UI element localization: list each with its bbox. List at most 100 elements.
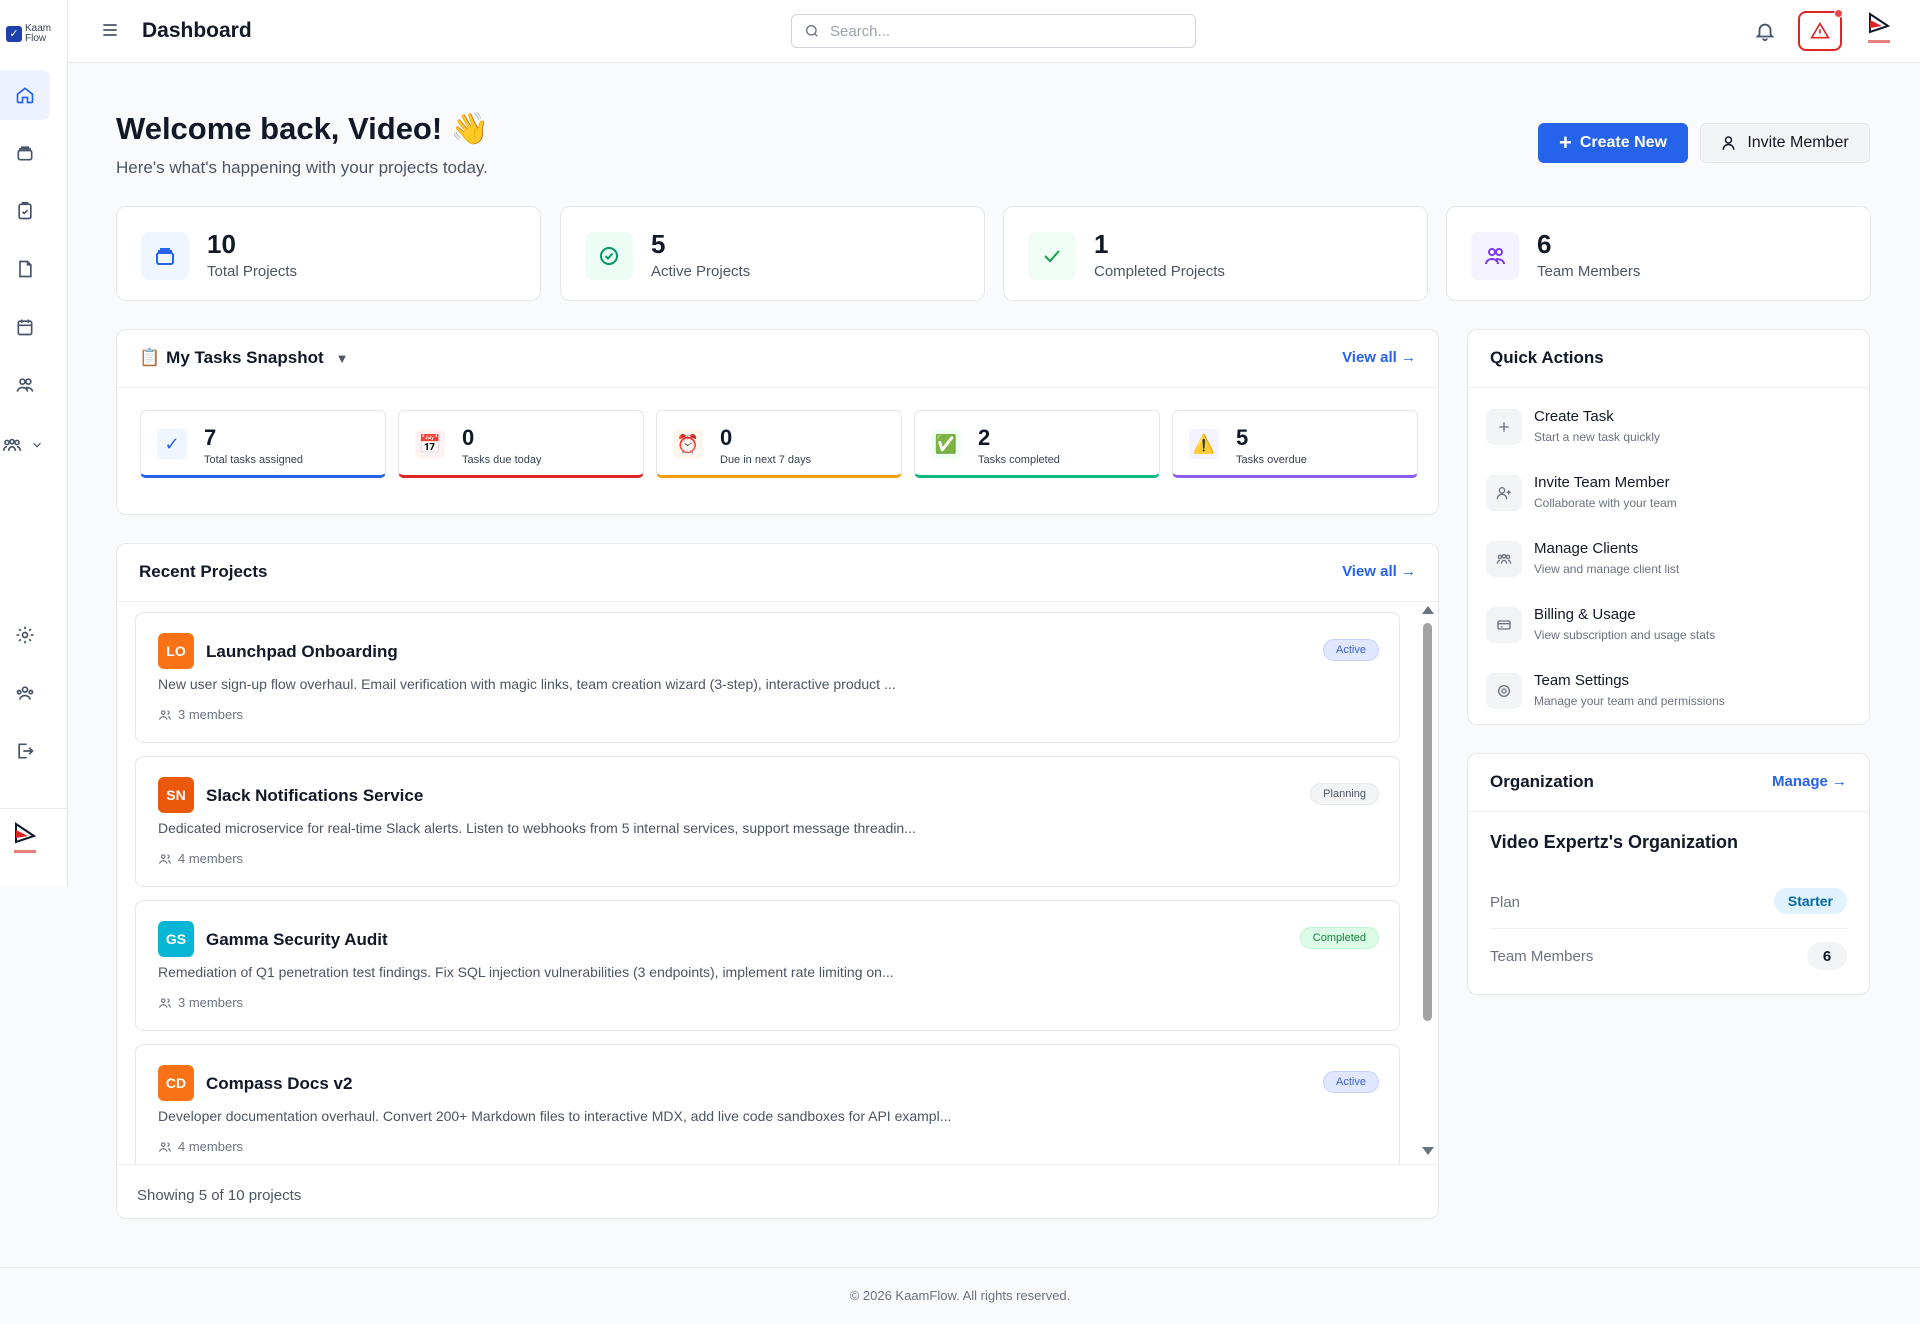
task-card-completed[interactable]: ✅ 2 Tasks completed [914, 410, 1160, 478]
checkmark-icon: ✓ [157, 429, 187, 459]
sidebar-item-calendar[interactable] [0, 302, 50, 352]
alert-button[interactable] [1798, 9, 1843, 51]
app-logo[interactable]: ✓ Kaam Flow [6, 22, 62, 46]
invite-member-button[interactable]: Invite Member [1700, 123, 1870, 163]
members-icon [159, 709, 171, 720]
sidebar-item-team[interactable] [0, 360, 50, 410]
organization-manage-link[interactable]: Manage → [1772, 773, 1847, 790]
scroll-down-arrow[interactable] [1422, 1147, 1434, 1155]
stat-card-total-projects[interactable]: 10 Total Projects [116, 206, 541, 301]
sidebar-item-documents[interactable] [0, 244, 50, 294]
quick-action-billing[interactable]: Billing & Usage View subscription and us… [1482, 598, 1862, 654]
stat-value: 10 [207, 229, 236, 259]
group-icon [1486, 541, 1522, 577]
project-card[interactable]: CD Compass Docs v2 Active Developer docu… [135, 1044, 1400, 1164]
project-name[interactable]: Slack Notifications Service [206, 786, 423, 806]
tasks-snapshot-panel: 📋 My Tasks Snapshot ▼ View all → ✓ 7 Tot… [116, 329, 1439, 515]
project-name[interactable]: Launchpad Onboarding [206, 642, 398, 662]
scroll-up-arrow[interactable] [1422, 606, 1434, 614]
sidebar-item-logout[interactable] [0, 726, 50, 776]
warning-icon: ⚠️ [1189, 429, 1219, 459]
projects-view-all-link[interactable]: View all → [1342, 563, 1416, 580]
sidebar-item-community[interactable] [0, 668, 50, 718]
check-icon [1028, 232, 1076, 280]
quick-action-create-task[interactable]: Create Task Start a new task quickly [1482, 400, 1862, 456]
clock-check-icon [585, 232, 633, 280]
task-value: 2 [978, 425, 991, 450]
organization-title: Organization [1490, 772, 1594, 791]
task-card-due-today[interactable]: 📅 0 Tasks due today [398, 410, 644, 478]
panel-header: Organization Manage → [1468, 754, 1869, 812]
search-input[interactable] [830, 22, 1170, 40]
plan-badge: Starter [1773, 888, 1847, 914]
task-card-total[interactable]: ✓ 7 Total tasks assigned [140, 410, 386, 478]
stat-value: 5 [651, 229, 666, 259]
task-card-overdue[interactable]: ⚠️ 5 Tasks overdue [1172, 410, 1418, 478]
calendar-icon [17, 319, 33, 336]
project-card[interactable]: LO Launchpad Onboarding Active New user … [135, 612, 1400, 743]
people-icon [16, 686, 34, 700]
quick-action-manage-clients[interactable]: Manage Clients View and manage client li… [1482, 532, 1862, 588]
create-new-button[interactable]: + Create New [1538, 123, 1688, 163]
quick-action-title: Team Settings [1534, 672, 1630, 689]
tasks-view-all-link[interactable]: View all → [1342, 349, 1416, 366]
bell-icon[interactable] [1754, 20, 1776, 42]
stat-label: Completed Projects [1094, 263, 1225, 280]
panel-header: Quick Actions [1468, 330, 1869, 388]
tasks-title[interactable]: 📋 My Tasks Snapshot ▼ [139, 348, 349, 368]
projects-list[interactable]: LO Launchpad Onboarding Active New user … [135, 612, 1435, 1164]
tasks-title-label: My Tasks Snapshot [166, 348, 324, 367]
stat-card-active-projects[interactable]: 5 Active Projects [560, 206, 985, 301]
brand-logo-icon[interactable] [10, 820, 40, 860]
project-name[interactable]: Compass Docs v2 [206, 1074, 352, 1094]
quick-action-title: Invite Team Member [1534, 474, 1670, 491]
credit-card-icon [1486, 607, 1522, 643]
user-avatar[interactable] [1862, 10, 1896, 48]
top-header: Dashboard [68, 0, 1920, 63]
task-value: 7 [204, 425, 217, 450]
project-card[interactable]: SN Slack Notifications Service Planning … [135, 756, 1400, 887]
project-members: 4 members [158, 1139, 243, 1154]
sidebar-item-projects[interactable] [0, 128, 50, 178]
quick-action-title: Manage Clients [1534, 540, 1639, 557]
document-icon [19, 260, 32, 278]
project-description: Developer documentation overhaul. Conver… [158, 1108, 952, 1124]
task-card-due-week[interactable]: ⏰ 0 Due in next 7 days [656, 410, 902, 478]
project-card[interactable]: GS Gamma Security Audit Completed Remedi… [135, 900, 1400, 1031]
status-badge: Planning [1310, 783, 1379, 805]
search-box[interactable] [791, 14, 1196, 48]
task-label: Tasks completed [978, 454, 1060, 466]
members-count: 3 members [178, 995, 244, 1010]
quick-action-subtitle: Start a new task quickly [1534, 430, 1661, 444]
sidebar-item-clients[interactable] [0, 420, 60, 470]
quick-action-subtitle: View and manage client list [1534, 562, 1680, 576]
project-members: 3 members [158, 707, 243, 722]
calendar-icon: 📅 [415, 429, 445, 459]
projects-footer: Showing 5 of 10 projects [117, 1164, 1438, 1220]
triangle-down-icon: ▼ [335, 350, 349, 366]
scrollbar-thumb[interactable] [1423, 623, 1432, 1021]
gear-icon [16, 626, 34, 644]
project-avatar: LO [158, 633, 194, 669]
members-row: Team Members 6 [1490, 936, 1847, 976]
stat-value: 1 [1094, 229, 1109, 259]
quick-action-team-settings[interactable]: Team Settings Manage your team and permi… [1482, 664, 1862, 720]
members-icon [159, 853, 171, 864]
sidebar-item-home[interactable] [0, 70, 50, 120]
sidebar-item-settings[interactable] [0, 610, 50, 660]
task-value: 0 [720, 425, 733, 450]
gear-icon [1486, 673, 1522, 709]
stat-card-completed-projects[interactable]: 1 Completed Projects [1003, 206, 1428, 301]
sidebar-item-tasks[interactable] [0, 186, 50, 236]
task-label: Tasks overdue [1236, 454, 1307, 466]
hamburger-menu-icon[interactable] [100, 20, 120, 40]
quick-action-invite-member[interactable]: Invite Team Member Collaborate with your… [1482, 466, 1862, 522]
project-name[interactable]: Gamma Security Audit [206, 930, 388, 950]
task-value: 5 [1236, 425, 1249, 450]
stat-card-team-members[interactable]: 6 Team Members [1446, 206, 1871, 301]
search-icon [806, 25, 818, 37]
sidebar: ✓ Kaam Flow [0, 0, 68, 887]
org-divider [1490, 928, 1847, 929]
logo-check-icon: ✓ [6, 26, 22, 42]
quick-action-subtitle: Manage your team and permissions [1534, 694, 1725, 708]
